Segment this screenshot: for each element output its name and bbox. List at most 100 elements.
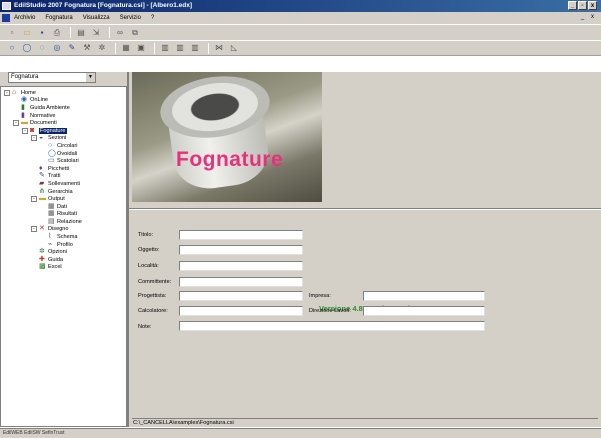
tree-item-picchetti[interactable]: ♦ Picchetti: [1, 165, 126, 173]
tree-item-label: Risultati: [57, 211, 77, 218]
toolbar-separator: [70, 27, 71, 38]
tree-item-risultati[interactable]: ▦ Risultati: [1, 210, 126, 219]
preview-icon[interactable]: ▤: [75, 27, 87, 39]
pencil-icon: ✎: [39, 172, 45, 180]
tree-item-label: Output: [48, 196, 65, 203]
tree-item-tratti[interactable]: ✎ Tratti: [1, 172, 126, 181]
tree-item-relazione[interactable]: ▤ Relazione: [1, 218, 126, 226]
print-icon[interactable]: ⎙: [51, 27, 63, 39]
tree-item-schema[interactable]: ⌇ Schema: [1, 233, 126, 241]
navigation-tree: - ⌂ Home ◉ OnLine ▮ Guida Ambiente ▮ Normative - ▬…: [0, 86, 127, 427]
grid-icon[interactable]: ▥: [159, 42, 171, 54]
help-icon: ✚: [39, 255, 45, 263]
tree-item-documenti[interactable]: - ▬ Documenti: [1, 119, 126, 127]
tree-item-label: Documenti: [30, 120, 57, 127]
options-icon: ✲: [39, 248, 45, 256]
circle-icon[interactable]: ○: [6, 42, 18, 54]
expand-toggle[interactable]: -: [31, 226, 37, 233]
minimize-button[interactable]: _: [568, 1, 577, 10]
impresa-field[interactable]: [363, 291, 485, 301]
tree-item-home[interactable]: - ⌂ Home: [1, 89, 126, 97]
link-icon[interactable]: ∞: [114, 27, 126, 39]
divider: [129, 208, 601, 210]
tools-icon[interactable]: ⚒: [81, 42, 93, 54]
table-icon: ▦: [48, 210, 55, 218]
grid3-icon[interactable]: ▥: [189, 42, 201, 54]
menu-archivio[interactable]: Archivio: [14, 15, 35, 21]
note-field[interactable]: [179, 321, 485, 331]
committente-label: Committente:: [138, 279, 172, 285]
file-path: C:\_CANCELLA\examples\Fognatura.csi: [132, 418, 598, 427]
menu-visualizza[interactable]: Visualizza: [83, 15, 110, 21]
tree-item-circolari[interactable]: ○ Circolari: [1, 142, 126, 150]
tree-item-sollevamenti[interactable]: ▰ Sollevamenti: [1, 180, 126, 188]
tree-item-guida-ambiente[interactable]: ▮ Guida Ambiente: [1, 104, 126, 112]
excel-icon: ▩: [39, 263, 46, 271]
mdi-minimize-button[interactable]: _: [578, 13, 587, 22]
tree-item-fognature[interactable]: - ◙ Fognature: [1, 127, 126, 135]
chart-icon[interactable]: ◺: [228, 42, 240, 54]
gear-icon[interactable]: ✲: [96, 42, 108, 54]
titolo-field[interactable]: [179, 230, 303, 240]
expand-toggle[interactable]: -: [31, 135, 37, 142]
oggetto-field[interactable]: [179, 245, 303, 255]
localita-field[interactable]: [179, 261, 303, 271]
grid2-icon[interactable]: ▥: [174, 42, 186, 54]
status-bar: EdilWEB EdilSW SefinTrust: [0, 428, 601, 438]
chevron-down-icon[interactable]: ▼: [86, 73, 95, 82]
box-icon[interactable]: ◌: [36, 42, 48, 54]
globe-icon: ◉: [21, 96, 28, 104]
module-combo[interactable]: Fognatura ▼: [8, 72, 96, 83]
tree-item-ovoidali[interactable]: ◯ Ovoidali: [1, 150, 126, 158]
tree-item-guida[interactable]: ✚ Guida: [1, 256, 126, 264]
tree-item-dati[interactable]: ▦ Dati: [1, 203, 126, 211]
direzione-field[interactable]: [363, 306, 485, 316]
tree-item-disegno[interactable]: - ✕ Disegno: [1, 225, 126, 234]
open-icon[interactable]: ▭: [21, 27, 33, 39]
menu-fognatura[interactable]: Fognatura: [45, 15, 72, 21]
folder-icon: ▬: [39, 195, 46, 203]
tree-item-gerarchia[interactable]: ⋔ Gerarchia: [1, 188, 126, 196]
calc-icon[interactable]: ▦: [120, 42, 132, 54]
expand-toggle[interactable]: -: [31, 196, 37, 203]
expand-toggle[interactable]: -: [4, 89, 10, 96]
tree-item-label: Disegno: [48, 226, 69, 233]
tree-item-excel[interactable]: ▩ Excel: [1, 263, 126, 272]
oval-icon[interactable]: ◯: [21, 42, 33, 54]
toolbar-separator: [115, 42, 116, 54]
tree-item-label: Excel: [48, 264, 62, 271]
export-icon[interactable]: ⇲: [90, 27, 102, 39]
save-icon[interactable]: ▪: [36, 27, 48, 39]
pencil-icon[interactable]: ✎: [66, 42, 78, 54]
calcolatore-field[interactable]: [179, 306, 303, 316]
tree-item-profilo[interactable]: ⌁ Profilo: [1, 241, 126, 249]
stake-icon[interactable]: ◎: [51, 42, 63, 54]
tree-item-normative[interactable]: ▮ Normative: [1, 112, 126, 120]
compare-icon[interactable]: ⋈: [213, 42, 225, 54]
tree-item-label: Guida Ambiente: [30, 104, 70, 111]
mdi-close-button[interactable]: x: [588, 13, 597, 22]
maximize-button[interactable]: ▫: [578, 1, 587, 10]
copy-icon[interactable]: ⧉: [129, 27, 141, 39]
tree-item-online[interactable]: ◉ OnLine: [1, 96, 126, 105]
new-icon[interactable]: ▫: [6, 27, 18, 39]
close-button[interactable]: x: [588, 1, 597, 10]
sewer-icon: ◙: [30, 126, 35, 134]
tree-item-opzioni[interactable]: ✲ Opzioni: [1, 248, 126, 256]
tree-item-label: Guida: [48, 256, 63, 263]
document-icon: [2, 14, 10, 22]
oval-icon: ◯: [48, 149, 56, 157]
tree-item-sezioni[interactable]: - ◒ Sezioni: [1, 134, 126, 143]
hierarchy-icon: ⋔: [39, 187, 45, 195]
tree-item-output[interactable]: - ▬ Output: [1, 195, 126, 203]
tree-item-scatolari[interactable]: ▭ Scatolari: [1, 157, 126, 165]
menu-help[interactable]: ?: [151, 15, 154, 21]
progettista-field[interactable]: [179, 291, 303, 301]
menu-servizio[interactable]: Servizio: [120, 15, 141, 21]
expand-toggle[interactable]: -: [22, 127, 28, 134]
committente-field[interactable]: [179, 277, 303, 287]
tree-item-label: Circolari: [57, 142, 78, 149]
fognatura-toolbar: ○ ◯ ◌ ◎ ✎ ⚒ ✲ ▦ ▣ ▥ ▥ ▥ ⋈ ◺: [0, 40, 601, 56]
expand-toggle[interactable]: -: [13, 120, 19, 127]
doc-icon[interactable]: ▣: [135, 42, 147, 54]
